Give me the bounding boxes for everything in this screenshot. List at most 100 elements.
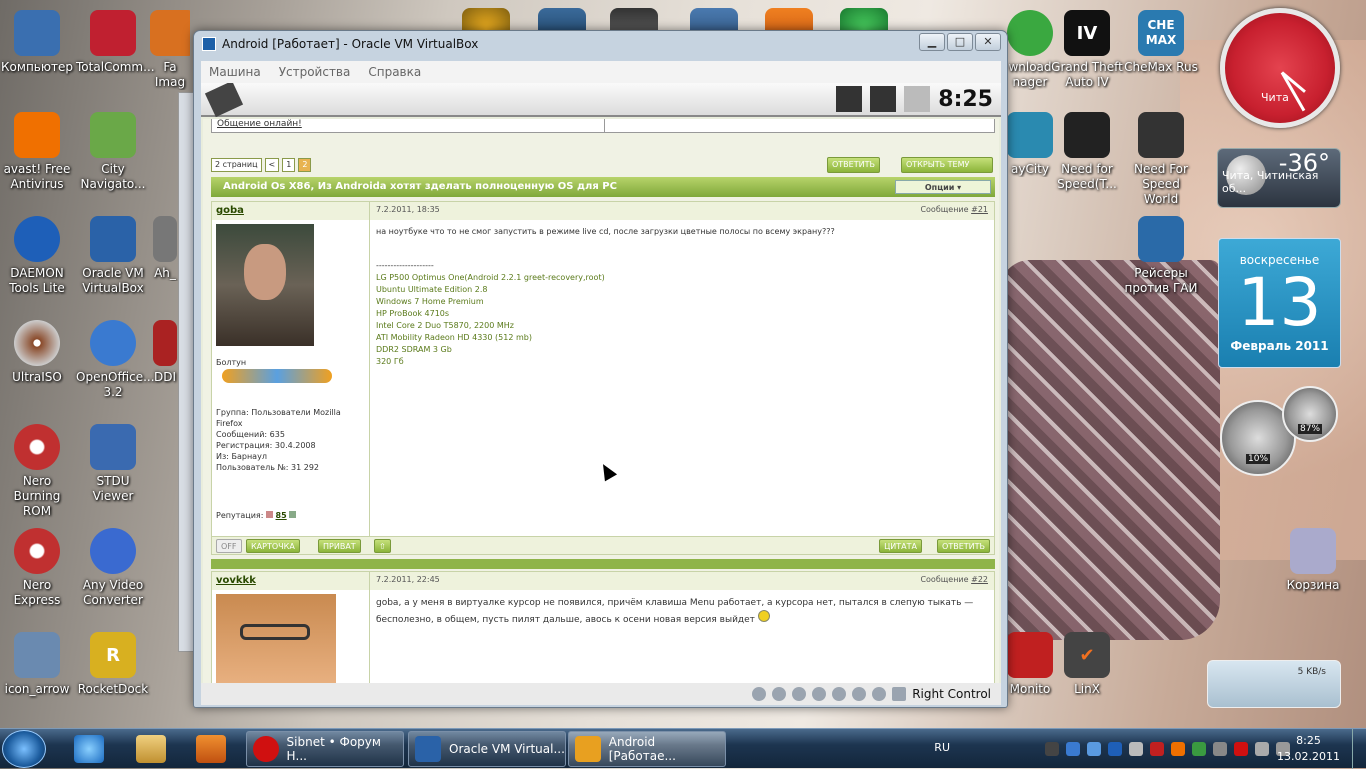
playcity-icon xyxy=(1007,112,1053,158)
taskbar-button-virtualbox[interactable]: Oracle VM Virtual... xyxy=(408,731,566,767)
pager-page-1[interactable]: 1 xyxy=(282,158,296,172)
quote-button[interactable]: ЦИТАТА xyxy=(879,539,922,553)
hdd-icon[interactable] xyxy=(752,687,767,701)
tray-icon-6[interactable] xyxy=(1171,742,1185,756)
desktop-icon-reisery[interactable]: Рейсеры против ГАИ xyxy=(1124,216,1198,296)
private-button[interactable]: ПРИВАТ xyxy=(318,539,361,553)
android-status-bar: 8:25 xyxy=(201,83,1001,118)
desktop-icon-linx[interactable]: ✔ LinX xyxy=(1050,632,1124,697)
tray-icon-1[interactable] xyxy=(1045,742,1059,756)
user-messages: Сообщений: 635 xyxy=(216,430,285,439)
desktop-icon-faststone[interactable]: Fa Imag xyxy=(150,10,190,90)
desktop-icon-chemax[interactable]: CHE MAX CheMax Rus xyxy=(1124,10,1198,75)
guest-screen[interactable]: 8:25 Общение онлайн! 2 страниц < 1 2 ОТВ… xyxy=(201,83,1001,683)
language-indicator[interactable]: RU xyxy=(934,741,950,754)
taskbar-button-android[interactable]: Android [Работае... xyxy=(568,731,726,767)
tray-icon-10[interactable] xyxy=(1255,742,1269,756)
game-icon xyxy=(1138,216,1184,262)
off-button[interactable]: OFF xyxy=(216,539,242,553)
start-button[interactable] xyxy=(2,730,46,768)
desktop-icon-virtualbox[interactable]: Oracle VM VirtualBox xyxy=(76,216,150,296)
desktop-icon-citynav[interactable]: City Navigato... xyxy=(76,112,150,192)
host-key-icon[interactable] xyxy=(892,687,907,701)
display-icon[interactable] xyxy=(852,687,867,701)
desktop-icon-recycle-bin[interactable]: Корзина xyxy=(1276,528,1350,593)
minimize-button[interactable]: ▁ xyxy=(919,33,945,51)
ie-icon[interactable] xyxy=(74,735,104,763)
desktop-icon-nfs-world[interactable]: Need For Speed World xyxy=(1124,112,1198,207)
mouse-integration-icon[interactable] xyxy=(872,687,887,701)
desktop-icon-computer[interactable]: Компьютер xyxy=(0,10,74,75)
desktop-icon-ultraiso[interactable]: UltraISO xyxy=(0,320,74,385)
tray-icon-2[interactable] xyxy=(1066,742,1080,756)
desktop-icon-stdu[interactable]: STDU Viewer xyxy=(76,424,150,504)
usb-icon[interactable] xyxy=(792,687,807,701)
volume-icon[interactable] xyxy=(1129,742,1143,756)
tray-icon-4[interactable] xyxy=(1108,742,1122,756)
clock-gadget[interactable]: Чита xyxy=(1220,8,1340,128)
post-author[interactable]: vovkkk xyxy=(212,572,370,590)
desktop-icon-avast[interactable]: avast! Free Antivirus xyxy=(0,112,74,192)
desktop-icon-gta4[interactable]: IV Grand Theft Auto IV xyxy=(1050,10,1124,90)
rep-minus-icon[interactable] xyxy=(265,511,273,518)
show-desktop-button[interactable] xyxy=(1352,729,1366,769)
media-player-icon[interactable] xyxy=(196,735,226,763)
maximize-button[interactable]: □ xyxy=(947,33,973,51)
desktop-icon-anyvideo[interactable]: Any Video Converter xyxy=(76,528,150,608)
user-number: Пользователь №: 31 292 xyxy=(216,463,320,472)
battery-icon xyxy=(904,86,931,112)
menu-devices[interactable]: Устройства xyxy=(279,65,351,79)
pager-dropdown[interactable]: 2 страниц xyxy=(211,158,262,172)
online-link[interactable]: Общение онлайн! xyxy=(217,119,302,129)
opera-tray-icon[interactable] xyxy=(1234,742,1248,756)
weather-gadget[interactable]: -36° Чита, Читинская об... xyxy=(1217,148,1341,208)
close-button[interactable]: ✕ xyxy=(975,33,1001,51)
opera-icon xyxy=(253,736,279,762)
options-button[interactable]: Опции ▾ xyxy=(895,180,991,194)
desktop-icon-nero-express[interactable]: Nero Express xyxy=(0,528,74,608)
rep-plus-icon[interactable] xyxy=(289,511,297,518)
network-icon[interactable] xyxy=(812,687,827,701)
post-author[interactable]: goba xyxy=(212,202,370,220)
memory-meter-gadget[interactable]: 87% xyxy=(1282,386,1338,442)
chemax-icon: CHE MAX xyxy=(1138,10,1184,56)
window-titlebar[interactable]: Android [Работает] - Oracle VM VirtualBo… xyxy=(194,31,1007,57)
desktop-icon-daemon[interactable]: DAEMON Tools Lite xyxy=(0,216,74,296)
desktop-icon-openoffice[interactable]: OpenOffice... 3.2 xyxy=(76,320,155,400)
utorrent-icon[interactable] xyxy=(1192,742,1206,756)
explorer-icon[interactable] xyxy=(136,735,166,763)
card-button[interactable]: КАРТОЧКА xyxy=(246,539,300,553)
floppy-icon xyxy=(90,10,136,56)
tray-icon-8[interactable] xyxy=(1213,742,1227,756)
network-meter-gadget[interactable]: 5 KB/s xyxy=(1207,660,1341,708)
answer-button[interactable]: ОТВЕТИТЬ xyxy=(937,539,990,553)
desktop-icon-rocketdock[interactable]: R RocketDock xyxy=(76,632,150,697)
ati-icon[interactable] xyxy=(1150,742,1164,756)
up-arrow-icon[interactable]: ⇧ xyxy=(374,539,391,553)
taskbar-button-opera[interactable]: Sibnet • Форум Н... xyxy=(246,731,404,767)
nfs-icon xyxy=(1138,112,1184,158)
desktop-icon-nfs-shift[interactable]: Need for Speed(T... xyxy=(1050,112,1124,192)
new-topic-button[interactable]: ОТКРЫТЬ ТЕМУ xyxy=(901,157,993,173)
rank-badge xyxy=(222,369,332,383)
cd-icon[interactable] xyxy=(772,687,787,701)
seagull-icon xyxy=(90,320,136,366)
pager-prev[interactable]: < xyxy=(264,158,280,172)
online-box-divider xyxy=(604,119,605,133)
desktop-icon-icon-arrow[interactable]: icon_arrow xyxy=(0,632,74,697)
net-speed: 5 KB/s xyxy=(1297,667,1326,677)
desktop-icon-ddi[interactable]: DDI xyxy=(150,320,180,385)
virtualbox-window[interactable]: Android [Работает] - Oracle VM VirtualBo… xyxy=(193,30,1008,708)
shared-folder-icon[interactable] xyxy=(832,687,847,701)
desktop-icon-ah[interactable]: Ah_ xyxy=(150,216,180,281)
pager-page-2[interactable]: 2 xyxy=(298,158,312,172)
desktop-icon-nero-burning[interactable]: Nero Burning ROM xyxy=(0,424,74,519)
calendar-gadget[interactable]: воскресенье 13 Февраль 2011 xyxy=(1218,238,1341,368)
reply-topic-button[interactable]: ОТВЕТИТЬ xyxy=(827,157,880,173)
menu-help[interactable]: Справка xyxy=(368,65,421,79)
menu-machine[interactable]: Машина xyxy=(209,65,261,79)
tray-icon-3[interactable] xyxy=(1087,742,1101,756)
desktop-icon-totalcmd[interactable]: TotalComm... xyxy=(76,10,155,75)
tray-clock[interactable]: 8:25 13.02.2011 xyxy=(1277,733,1340,765)
user-rank: Болтун xyxy=(216,358,247,367)
